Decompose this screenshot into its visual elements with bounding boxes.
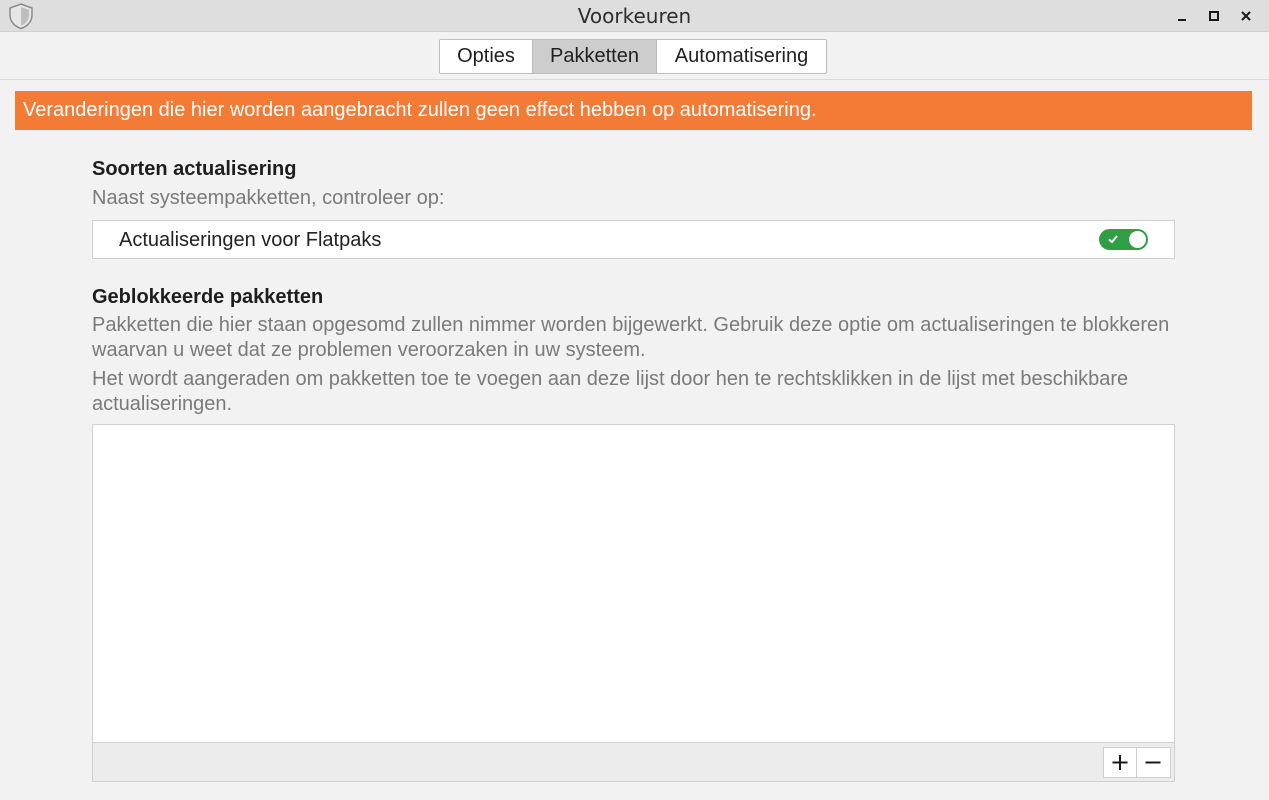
plus-icon <box>1112 755 1128 770</box>
update-types-subtitle: Naast systeempakketten, controleer op: <box>92 187 445 209</box>
list-toolbar <box>93 742 1174 781</box>
blocked-list-area[interactable] <box>93 425 1174 743</box>
check-icon <box>1108 235 1118 244</box>
close-icon[interactable] <box>1232 4 1260 28</box>
maximize-icon[interactable] <box>1200 4 1228 28</box>
flatpak-label: Actualiseringen voor Flatpaks <box>119 229 382 251</box>
blocked-description: Pakketten die hier staan opgesomd zullen… <box>92 314 1170 361</box>
tab-bar: Opties Pakketten Automatisering <box>0 32 1269 80</box>
blocked-hint: Het wordt aangeraden om pakketten toe te… <box>92 368 1129 415</box>
toggle-knob <box>1129 231 1146 248</box>
add-package-button[interactable] <box>1103 747 1137 778</box>
warning-banner: Veranderingen die hier worden aangebrach… <box>15 91 1252 130</box>
title-bar: Voorkeuren <box>0 0 1269 32</box>
remove-package-button[interactable] <box>1137 747 1171 778</box>
flatpak-row: Actualiseringen voor Flatpaks <box>92 220 1175 259</box>
minus-icon <box>1145 761 1161 764</box>
minimize-icon[interactable] <box>1168 4 1196 28</box>
tab-group: Opties Pakketten Automatisering <box>439 39 827 74</box>
blocked-list <box>92 424 1175 782</box>
flatpak-toggle[interactable] <box>1099 229 1148 250</box>
window-title: Voorkeuren <box>577 4 692 28</box>
tab-pakketten[interactable]: Pakketten <box>533 40 657 73</box>
tab-automatisering[interactable]: Automatisering <box>657 40 826 73</box>
update-types-heading: Soorten actualisering <box>92 158 297 180</box>
blocked-heading: Geblokkeerde pakketten <box>92 286 324 308</box>
tab-opties[interactable]: Opties <box>440 40 533 73</box>
